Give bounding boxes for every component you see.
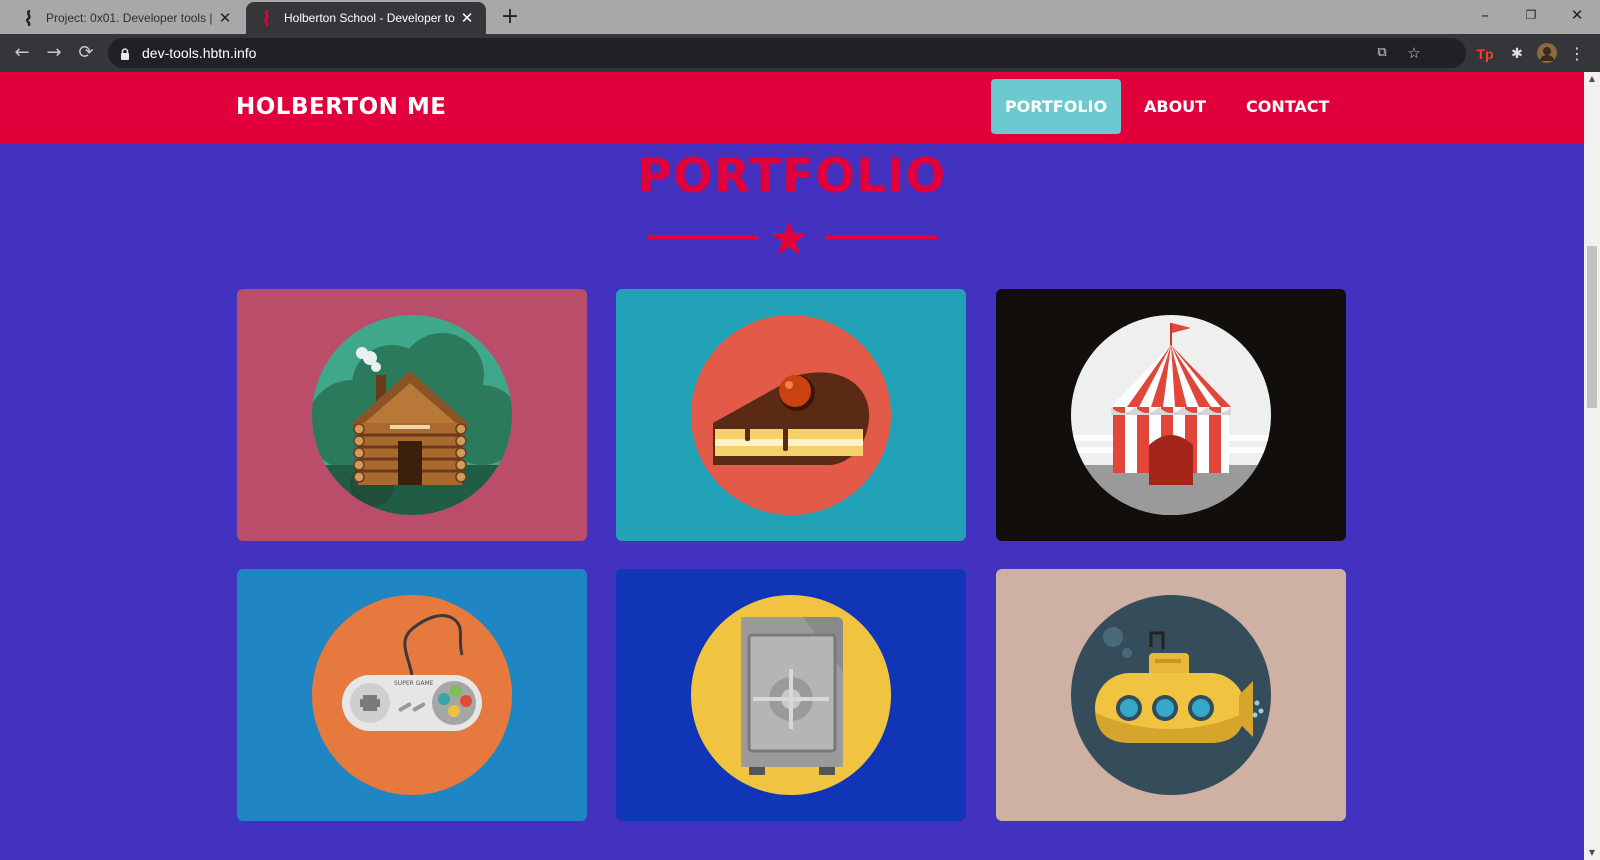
portfolio-card-submarine[interactable] (996, 569, 1346, 821)
menu-kebab-icon[interactable]: ⋮ (1566, 43, 1588, 65)
holberton-favicon-icon (260, 9, 274, 27)
cabin-icon (312, 315, 512, 515)
controller-label: SUPER GAME (394, 680, 434, 687)
translate-icon[interactable]: ⧉ (1372, 43, 1392, 63)
portfolio-card-controller[interactable]: SUPER GAME (237, 569, 587, 821)
tab-title: Project: 0x01. Developer tools | H (46, 11, 216, 25)
lock-icon (120, 46, 130, 60)
star-icon (771, 221, 807, 255)
nav-contact[interactable]: CONTACT (1230, 79, 1345, 134)
submarine-icon (1071, 595, 1271, 795)
bookmark-star-icon[interactable]: ☆ (1404, 43, 1424, 63)
nav-portfolio[interactable]: PORTFOLIO (991, 79, 1121, 134)
portfolio-title: PORTFOLIO (637, 149, 947, 204)
portfolio-card-cabin[interactable] (237, 289, 587, 541)
scroll-down-icon[interactable]: ▼ (1584, 846, 1600, 860)
page-viewport: HOLBERTON ME PORTFOLIO ABOUT CONTACT POR… (0, 72, 1584, 860)
browser-toolbar: ← → ⟳ dev-tools.hbtn.info ⧉ ☆ Tp ✱ ⋮ (0, 34, 1600, 72)
extensions-puzzle-icon[interactable]: ✱ (1506, 43, 1528, 65)
url-text: dev-tools.hbtn.info (142, 45, 257, 61)
tab-title: Holberton School - Developer to (284, 11, 455, 25)
safe-icon (691, 595, 891, 795)
back-icon[interactable]: ← (10, 41, 34, 65)
site-brand[interactable]: HOLBERTON ME (236, 94, 446, 120)
portfolio-card-cake[interactable] (616, 289, 966, 541)
site-header: HOLBERTON ME PORTFOLIO ABOUT CONTACT (0, 72, 1584, 143)
extension-tp-icon[interactable]: Tp (1474, 43, 1496, 65)
portfolio-card-circus[interactable] (996, 289, 1346, 541)
browser-tab-holberton[interactable]: Holberton School - Developer to ✕ (246, 2, 486, 34)
holberton-favicon-icon (22, 9, 36, 27)
nav-about[interactable]: ABOUT (1128, 79, 1222, 134)
profile-avatar[interactable] (1536, 43, 1558, 65)
close-tab-icon[interactable]: ✕ (458, 9, 476, 27)
close-window-icon[interactable]: ✕ (1554, 0, 1600, 30)
circus-tent-icon (1071, 315, 1271, 515)
scrollbar-thumb[interactable] (1587, 246, 1597, 408)
minimize-icon[interactable]: – (1462, 0, 1508, 30)
page-scrollbar[interactable]: ▲ ▼ (1584, 72, 1600, 860)
browser-tab-project[interactable]: Project: 0x01. Developer tools | H ✕ (8, 2, 244, 34)
divider-line-left (647, 235, 757, 239)
game-controller-icon: SUPER GAME (312, 595, 512, 795)
cake-icon (691, 315, 891, 515)
new-tab-button[interactable]: + (498, 5, 522, 29)
scroll-up-icon[interactable]: ▲ (1584, 72, 1600, 86)
close-tab-icon[interactable]: ✕ (216, 9, 234, 27)
address-bar[interactable]: dev-tools.hbtn.info ⧉ ☆ (108, 38, 1466, 68)
portfolio-card-safe[interactable] (616, 569, 966, 821)
divider-line-right (826, 235, 937, 239)
reload-icon[interactable]: ⟳ (74, 41, 98, 65)
browser-tabbar: Project: 0x01. Developer tools | H ✕ Hol… (0, 0, 1600, 34)
restore-icon[interactable]: ❐ (1508, 0, 1554, 30)
forward-icon[interactable]: → (42, 41, 66, 65)
